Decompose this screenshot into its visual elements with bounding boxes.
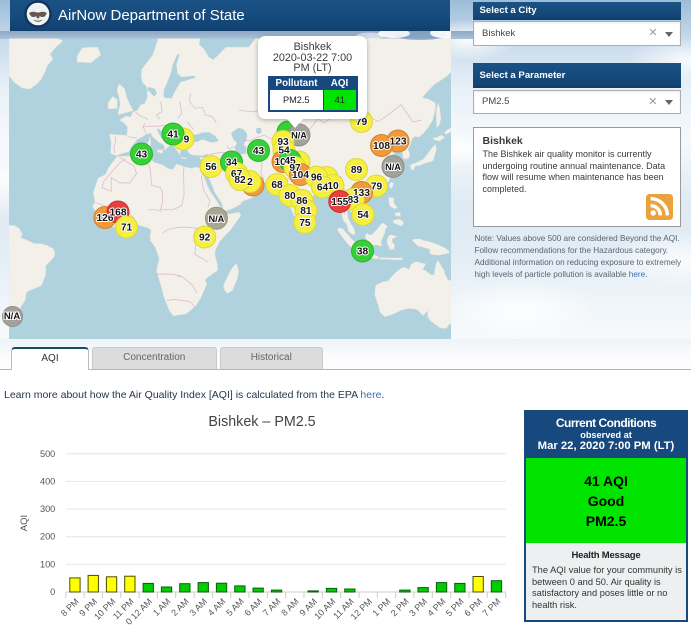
svg-text:54: 54 bbox=[278, 146, 290, 157]
svg-text:5 PM: 5 PM bbox=[444, 596, 466, 618]
svg-text:123: 123 bbox=[390, 137, 407, 148]
svg-text:7 AM: 7 AM bbox=[261, 596, 283, 618]
svg-text:9: 9 bbox=[184, 135, 190, 146]
svg-text:75: 75 bbox=[299, 218, 311, 229]
svg-text:54: 54 bbox=[357, 210, 369, 221]
svg-text:155: 155 bbox=[331, 197, 348, 208]
svg-text:6 PM: 6 PM bbox=[462, 596, 484, 618]
svg-text:83: 83 bbox=[348, 195, 360, 206]
svg-text:92: 92 bbox=[199, 233, 211, 244]
svg-text:N/A: N/A bbox=[291, 131, 307, 141]
svg-text:200: 200 bbox=[40, 532, 55, 542]
svg-text:89: 89 bbox=[351, 165, 363, 176]
svg-text:AQI: AQI bbox=[19, 515, 30, 531]
svg-text:68: 68 bbox=[271, 180, 283, 191]
svg-text:168: 168 bbox=[110, 208, 127, 219]
svg-text:1 AM: 1 AM bbox=[151, 596, 173, 618]
svg-text:4 PM: 4 PM bbox=[425, 596, 447, 618]
svg-text:81: 81 bbox=[300, 206, 312, 217]
svg-text:5 AM: 5 AM bbox=[224, 596, 246, 618]
svg-text:400: 400 bbox=[40, 476, 55, 486]
svg-text:3 PM: 3 PM bbox=[407, 596, 429, 618]
svg-text:43: 43 bbox=[136, 150, 148, 161]
svg-text:38: 38 bbox=[357, 247, 369, 258]
svg-text:10: 10 bbox=[327, 181, 339, 192]
svg-text:71: 71 bbox=[121, 223, 133, 234]
svg-text:8 AM: 8 AM bbox=[279, 596, 301, 618]
svg-text:34: 34 bbox=[226, 158, 238, 169]
svg-text:2 PM: 2 PM bbox=[389, 596, 411, 618]
svg-text:6 AM: 6 AM bbox=[243, 596, 265, 618]
svg-text:N/A: N/A bbox=[385, 162, 401, 172]
svg-text:79: 79 bbox=[371, 182, 383, 193]
svg-text:108: 108 bbox=[373, 141, 390, 152]
svg-text:64: 64 bbox=[317, 183, 329, 194]
svg-text:300: 300 bbox=[40, 504, 55, 514]
svg-text:500: 500 bbox=[40, 449, 55, 459]
svg-text:41: 41 bbox=[167, 130, 179, 141]
svg-text:7 PM: 7 PM bbox=[480, 596, 502, 618]
svg-text:2 AM: 2 AM bbox=[169, 596, 191, 618]
svg-text:56: 56 bbox=[205, 162, 217, 173]
svg-text:100: 100 bbox=[40, 559, 55, 569]
svg-text:43: 43 bbox=[253, 146, 265, 157]
svg-text:104: 104 bbox=[292, 170, 309, 181]
svg-text:8 PM: 8 PM bbox=[59, 596, 81, 618]
svg-text:4 AM: 4 AM bbox=[206, 596, 228, 618]
svg-text:80: 80 bbox=[284, 191, 296, 202]
svg-text:0: 0 bbox=[50, 587, 55, 597]
svg-text:2: 2 bbox=[247, 177, 253, 188]
svg-text:1 PM: 1 PM bbox=[370, 596, 392, 618]
svg-text:N/A: N/A bbox=[208, 214, 224, 224]
svg-text:82: 82 bbox=[234, 175, 246, 186]
svg-text:3 AM: 3 AM bbox=[188, 596, 210, 618]
